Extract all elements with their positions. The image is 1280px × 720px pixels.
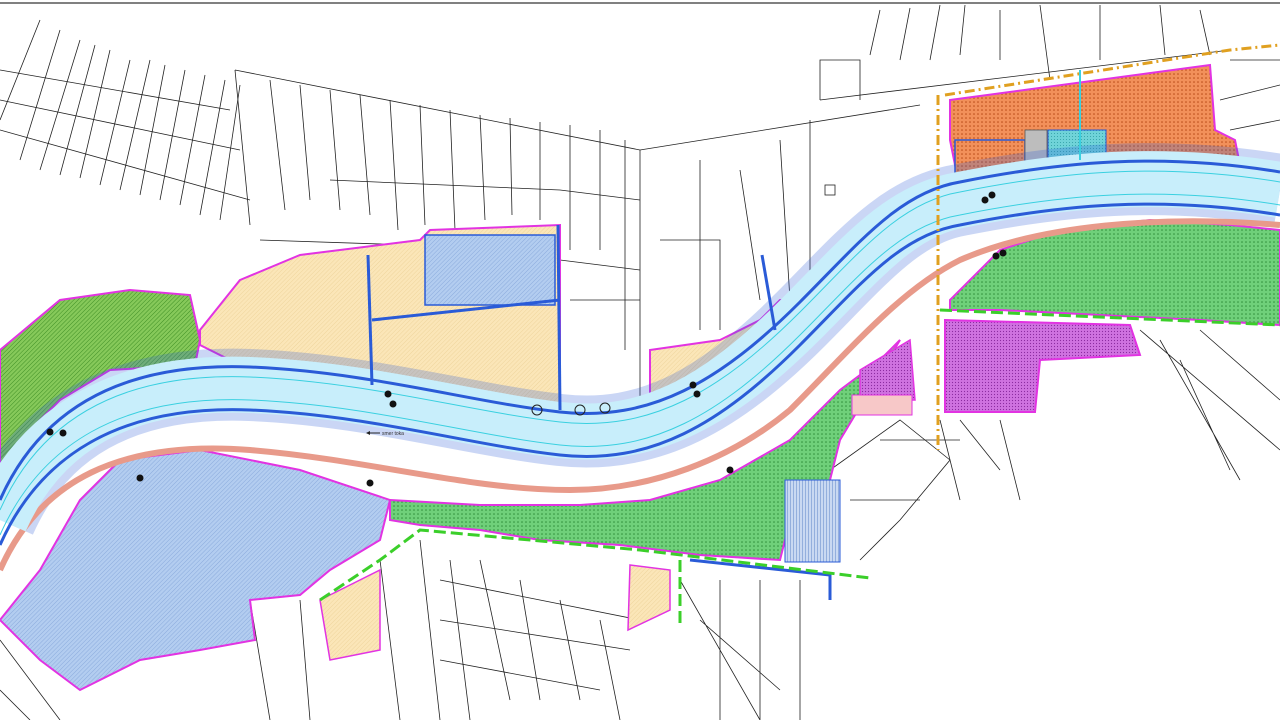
pink-zone-small <box>851 394 913 416</box>
survey-point[interactable] <box>999 249 1007 257</box>
survey-point[interactable] <box>726 466 734 474</box>
agri-zone-south <box>319 568 381 661</box>
survey-point[interactable] <box>689 381 697 389</box>
flow-direction-label: smer toka <box>382 431 404 437</box>
survey-point[interactable] <box>384 390 392 398</box>
riparian-zone-east <box>949 218 1280 327</box>
survey-point[interactable] <box>988 191 996 199</box>
purple-zone-small <box>859 338 916 401</box>
survey-point[interactable] <box>992 252 1000 260</box>
blue-zone-north <box>424 234 556 306</box>
blue-zone-southeast <box>784 479 841 563</box>
survey-point[interactable] <box>389 400 397 408</box>
survey-point[interactable] <box>366 479 374 487</box>
survey-point[interactable] <box>693 390 701 398</box>
survey-point[interactable] <box>46 428 54 436</box>
purple-zone-large <box>944 318 1142 413</box>
survey-point[interactable] <box>136 474 144 482</box>
survey-point[interactable] <box>59 429 67 437</box>
river-regulation-map: smer toka <box>0 2 1280 720</box>
survey-point[interactable] <box>981 196 989 204</box>
agri-zone-south-2 <box>627 564 671 632</box>
